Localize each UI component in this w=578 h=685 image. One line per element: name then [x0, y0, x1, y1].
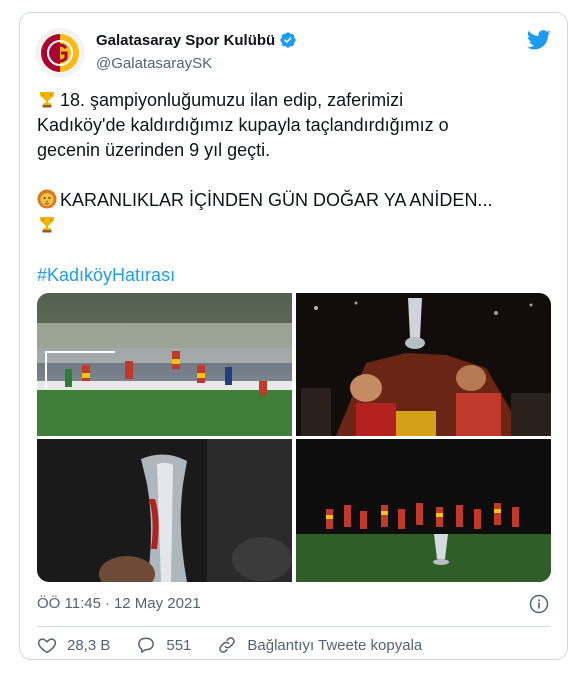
photo-players-celebrating[interactable] — [37, 293, 292, 436]
club-crest-logo — [35, 28, 85, 78]
like-count: 28,3 B — [67, 636, 111, 654]
tweet-line-1: 18. şampiyonluğumuzu ilan edip, zaferimi… — [37, 88, 552, 113]
twitter-bird-icon[interactable] — [527, 29, 551, 51]
like-button[interactable]: 28,3 B — [37, 635, 110, 655]
tweet-line-4-text: KARANLIKLAR İÇİNDEN GÜN DOĞAR YA ANİDEN.… — [60, 190, 493, 210]
info-icon[interactable] — [529, 594, 549, 614]
reply-button[interactable]: 551 — [136, 635, 191, 655]
tweet-line-1-text: 18. şampiyonluğumuzu ilan edip, zaferimi… — [60, 90, 404, 110]
avatar[interactable] — [35, 28, 85, 78]
tweet-line-4: KARANLIKLAR İÇİNDEN GÜN DOĞAR YA ANİDEN.… — [37, 188, 552, 213]
author-block: Galatasaray Spor Kulübü @GalatasaraySK — [96, 31, 297, 72]
tweet-time: ÖÖ 11:45 — [37, 595, 101, 612]
photo-team-celebration[interactable] — [296, 439, 551, 582]
verified-badge-icon — [280, 32, 296, 48]
tweet-date: 12 May 2021 — [113, 595, 201, 612]
divider — [37, 626, 550, 627]
copy-link-label: Bağlantıyı Tweete kopyala — [247, 636, 423, 654]
hashtag-link[interactable]: #KadıköyHatırası — [37, 263, 552, 288]
trophy-emoji — [40, 92, 54, 108]
reply-bubble-icon — [138, 637, 155, 653]
tweet-card: Galatasaray Spor Kulübü @GalatasaraySK 1… — [19, 12, 568, 660]
heart-icon — [37, 638, 57, 654]
author-name[interactable]: Galatasaray Spor Kulübü — [96, 32, 275, 49]
reply-count: 551 — [166, 636, 192, 654]
author-handle[interactable]: @GalatasaraySK — [96, 55, 297, 72]
photo-trophy-closeup[interactable] — [37, 439, 292, 582]
tweet-line-3: gecenin üzerinden 9 yıl geçti. — [37, 140, 271, 160]
lion-emoji — [37, 189, 57, 209]
link-icon — [219, 637, 236, 653]
photo-trophy-crowd[interactable] — [296, 293, 551, 436]
tweet-timestamp[interactable]: ÖÖ 11:45 · 12 May 2021 — [37, 595, 201, 612]
trophy-emoji — [40, 217, 54, 233]
meta-separator: · — [104, 595, 110, 612]
tweet-line-5 — [37, 213, 552, 238]
action-bar: 28,3 B 551 Bağlantıyı Tweete kopyala — [37, 635, 448, 655]
copy-link-button[interactable]: Bağlantıyı Tweete kopyala — [217, 635, 422, 655]
tweet-line-2: Kadıköy'de kaldırdığımız kupayla taçland… — [37, 115, 449, 135]
media-grid — [37, 293, 551, 582]
tweet-text: 18. şampiyonluğumuzu ilan edip, zaferimi… — [37, 88, 552, 288]
